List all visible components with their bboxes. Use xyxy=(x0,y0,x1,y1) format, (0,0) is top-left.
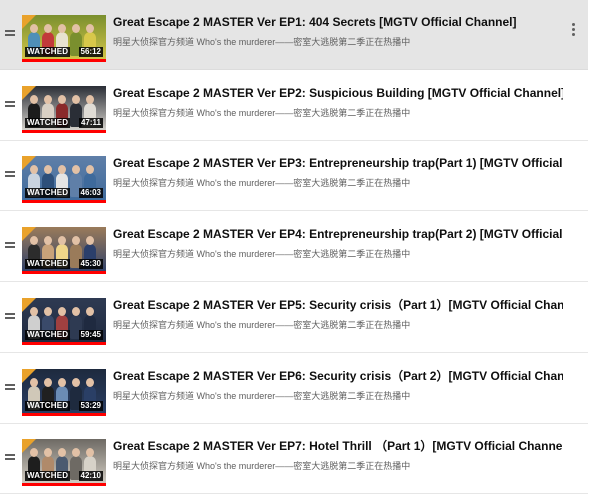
video-title[interactable]: Great Escape 2 MASTER Ver EP5: Security … xyxy=(113,298,563,312)
drag-handle-icon[interactable] xyxy=(5,454,15,461)
watched-label: WATCHED xyxy=(25,259,71,269)
video-title[interactable]: Great Escape 2 MASTER Ver EP7: Hotel Thr… xyxy=(113,439,563,453)
duration-label: 42:10 xyxy=(78,471,103,481)
video-thumbnail[interactable]: WATCHED 53:29 xyxy=(22,369,106,416)
watch-progress-bar xyxy=(22,130,106,133)
video-thumbnail[interactable]: WATCHED 46:03 xyxy=(22,156,106,203)
watch-progress-bar xyxy=(22,413,106,416)
duration-label: 45:30 xyxy=(78,259,103,269)
channel-name[interactable]: 明星大侦探官方频道 Who's the murderer——密室大逃脱第二季正在… xyxy=(113,107,563,119)
channel-corner-badge xyxy=(22,439,36,453)
duration-label: 47:11 xyxy=(78,118,103,128)
channel-name[interactable]: 明星大侦探官方频道 Who's the murderer——密室大逃脱第二季正在… xyxy=(113,248,563,260)
channel-corner-badge xyxy=(22,15,36,29)
drag-handle-icon[interactable] xyxy=(5,30,15,37)
drag-handle-icon[interactable] xyxy=(5,384,15,391)
duration-label: 53:29 xyxy=(78,401,103,411)
watched-label: WATCHED xyxy=(25,401,71,411)
watched-label: WATCHED xyxy=(25,118,71,128)
playlist-item[interactable]: WATCHED 56:12 Great Escape 2 MASTER Ver EP… xyxy=(0,0,588,70)
drag-handle-icon[interactable] xyxy=(5,242,15,249)
drag-handle-icon[interactable] xyxy=(5,313,15,320)
channel-corner-badge xyxy=(22,156,36,170)
playlist-item[interactable]: WATCHED 42:10 Great Escape 2 MASTER Ver EP… xyxy=(0,424,588,494)
watched-label: WATCHED xyxy=(25,188,71,198)
video-thumbnail[interactable]: WATCHED 56:12 xyxy=(22,15,106,62)
channel-corner-badge xyxy=(22,227,36,241)
playlist-item[interactable]: WATCHED 59:45 Great Escape 2 MASTER Ver EP… xyxy=(0,283,588,353)
channel-name[interactable]: 明星大侦探官方频道 Who's the murderer——密室大逃脱第二季正在… xyxy=(113,460,563,472)
watch-progress-bar xyxy=(22,200,106,203)
video-title[interactable]: Great Escape 2 MASTER Ver EP2: Suspiciou… xyxy=(113,86,563,100)
video-thumbnail[interactable]: WATCHED 45:30 xyxy=(22,227,106,274)
menu-dot xyxy=(572,23,575,26)
channel-corner-badge xyxy=(22,298,36,312)
watch-progress-bar xyxy=(22,59,106,62)
channel-corner-badge xyxy=(22,86,36,100)
video-thumbnail[interactable]: WATCHED 59:45 xyxy=(22,298,106,345)
watched-label: WATCHED xyxy=(25,47,71,57)
playlist-panel: WATCHED 56:12 Great Escape 2 MASTER Ver EP… xyxy=(0,0,600,500)
video-title[interactable]: Great Escape 2 MASTER Ver EP1: 404 Secre… xyxy=(113,15,563,29)
more-vert-icon[interactable] xyxy=(568,23,578,37)
playlist-item[interactable]: WATCHED 47:11 Great Escape 2 MASTER Ver EP… xyxy=(0,71,588,141)
watch-progress-bar xyxy=(22,483,106,486)
drag-handle-icon[interactable] xyxy=(5,171,15,178)
channel-name[interactable]: 明星大侦探官方频道 Who's the murderer——密室大逃脱第二季正在… xyxy=(113,319,563,331)
watch-progress-bar xyxy=(22,271,106,274)
duration-label: 56:12 xyxy=(78,47,103,57)
playlist-item[interactable]: WATCHED 53:29 Great Escape 2 MASTER Ver EP… xyxy=(0,354,588,424)
video-title[interactable]: Great Escape 2 MASTER Ver EP6: Security … xyxy=(113,369,563,383)
watched-label: WATCHED xyxy=(25,330,71,340)
video-title[interactable]: Great Escape 2 MASTER Ver EP4: Entrepren… xyxy=(113,227,563,241)
video-title[interactable]: Great Escape 2 MASTER Ver EP3: Entrepren… xyxy=(113,156,563,170)
menu-dot xyxy=(572,33,575,36)
channel-name[interactable]: 明星大侦探官方频道 Who's the murderer——密室大逃脱第二季正在… xyxy=(113,390,563,402)
duration-label: 59:45 xyxy=(78,330,103,340)
channel-name[interactable]: 明星大侦探官方频道 Who's the murderer——密室大逃脱第二季正在… xyxy=(113,177,563,189)
menu-dot xyxy=(572,28,575,31)
watch-progress-bar xyxy=(22,342,106,345)
drag-handle-icon[interactable] xyxy=(5,101,15,108)
channel-corner-badge xyxy=(22,369,36,383)
video-thumbnail[interactable]: WATCHED 47:11 xyxy=(22,86,106,133)
watched-label: WATCHED xyxy=(25,471,71,481)
duration-label: 46:03 xyxy=(78,188,103,198)
playlist-item[interactable]: WATCHED 45:30 Great Escape 2 MASTER Ver EP… xyxy=(0,212,588,282)
playlist-item[interactable]: WATCHED 46:03 Great Escape 2 MASTER Ver EP… xyxy=(0,141,588,211)
channel-name[interactable]: 明星大侦探官方频道 Who's the murderer——密室大逃脱第二季正在… xyxy=(113,36,563,48)
video-thumbnail[interactable]: WATCHED 42:10 xyxy=(22,439,106,486)
